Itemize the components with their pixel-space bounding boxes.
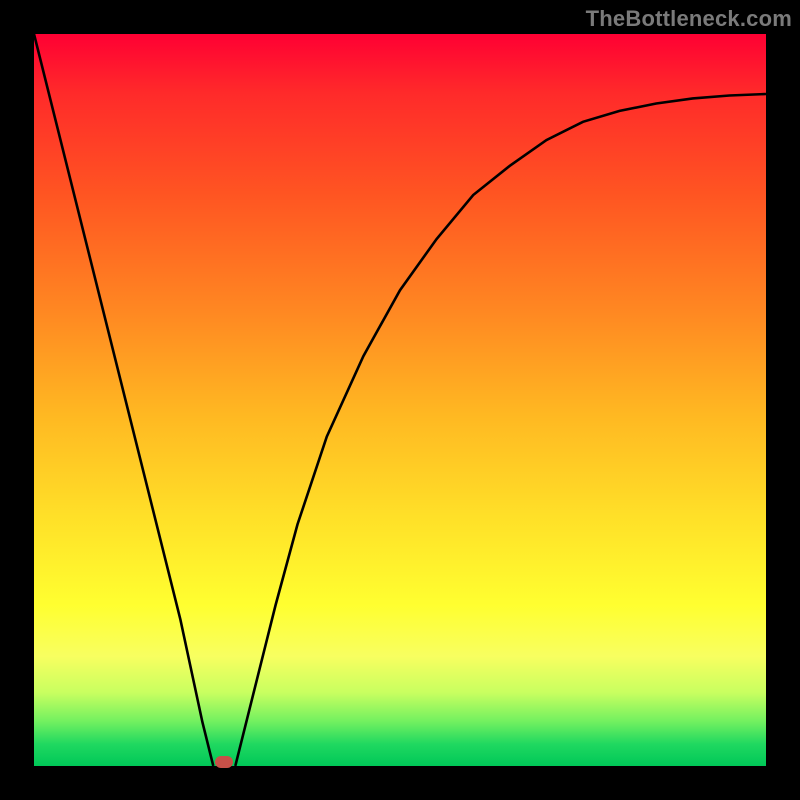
watermark-text: TheBottleneck.com xyxy=(586,6,792,32)
curve-right-branch xyxy=(235,94,766,766)
optimal-point-marker xyxy=(215,756,233,768)
curve-left-branch xyxy=(34,34,213,766)
bottleneck-curve xyxy=(34,34,766,766)
plot-area xyxy=(34,34,766,766)
chart-frame: TheBottleneck.com xyxy=(0,0,800,800)
